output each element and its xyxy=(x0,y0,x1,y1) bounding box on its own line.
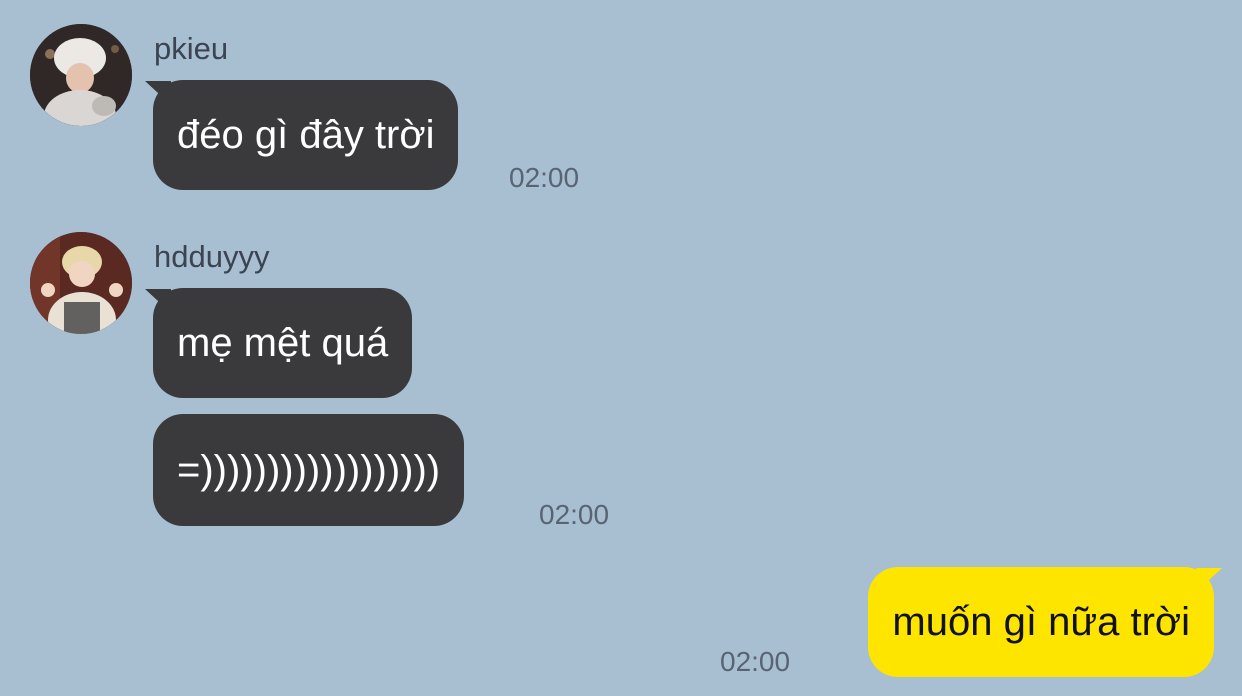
message-bubble[interactable]: =)))))))))))))))))) xyxy=(153,414,465,526)
outgoing-message-bubble[interactable]: muốn gì nữa trời xyxy=(868,567,1222,677)
profile-photo-pkieu-icon xyxy=(30,24,132,126)
message-timestamp: 02:00 xyxy=(539,499,610,530)
sender-name: hdduyyy xyxy=(154,239,270,274)
avatar-pkieu[interactable] xyxy=(30,24,132,126)
message-timestamp: 02:00 xyxy=(509,162,580,193)
message-timestamp: 02:00 xyxy=(720,646,791,677)
message-bubble[interactable]: mẹ mệt quá xyxy=(144,288,413,398)
avatar-hdduyyy[interactable] xyxy=(30,232,132,334)
sender-name: pkieu xyxy=(154,31,229,66)
profile-photo-hdduyyy-icon xyxy=(30,232,132,334)
message-bubble[interactable]: đéo gì đây trời xyxy=(144,80,459,190)
